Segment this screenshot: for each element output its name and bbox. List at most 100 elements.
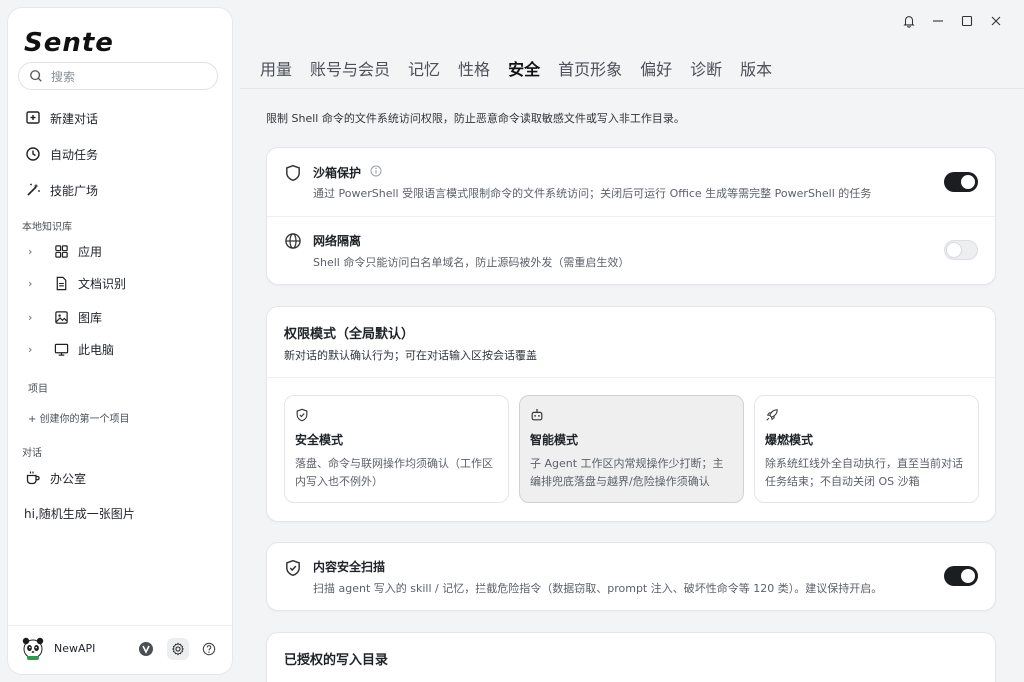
chevron-right-icon: › [28, 310, 33, 324]
tab-version[interactable]: 版本 [740, 56, 772, 80]
vip-badge-button[interactable] [135, 638, 157, 660]
shield-icon [286, 164, 300, 182]
network-isolation-title: 网络隔离 [313, 234, 362, 248]
vip-badge-icon [139, 642, 153, 656]
conversations-section-label: 对话 [22, 448, 42, 459]
knowledge-section-label: 本地知识库 [22, 222, 72, 233]
toggle-knob [961, 569, 975, 583]
avatar[interactable] [21, 636, 45, 660]
network-isolation-description: Shell 命令只能访问白名单域名，防止源码被外发（需重启生效） [313, 256, 630, 269]
sandbox-card: 沙箱保护 通过 PowerShell 受限语言模式限制命令的文件系统访问；关闭后… [266, 147, 996, 285]
sidebar-item-new-chat[interactable]: 新建对话 [16, 104, 224, 132]
chevron-right-icon: › [28, 244, 33, 258]
permission-mode-title: 权限模式（全局默认） [284, 327, 415, 342]
document-icon [52, 274, 70, 292]
toggle-knob [961, 175, 975, 189]
tab-security[interactable]: 安全 [508, 56, 540, 80]
conversation-item-random-image[interactable]: hi,随机生成一张图片 [16, 499, 224, 527]
bell-icon [903, 16, 915, 28]
divider [267, 216, 995, 217]
app-window: Sente 新建对话 自动任务 技能广场 本地知识库 › 应用 › 文档识别 [0, 0, 1024, 682]
mode-option-smart[interactable]: 智能模式 子 Agent 工作区内常规操作少打断；主编排兜底落盘与越界/危险操作… [519, 395, 744, 503]
sidebar-item-document-recognition[interactable]: › 文档识别 [16, 270, 224, 296]
help-icon [202, 642, 216, 656]
write-dirs-card: 已授权的写入目录 [266, 632, 996, 682]
maximize-button[interactable] [956, 10, 978, 32]
content-scan-toggle[interactable] [944, 566, 978, 586]
mode-title: 智能模式 [530, 433, 579, 447]
sidebar-item-label: 文档识别 [78, 276, 127, 291]
monitor-icon [52, 340, 70, 358]
projects-section-label: 项目 [28, 384, 48, 395]
tabs-divider [240, 88, 1024, 89]
mode-description: 除系统红线外全自动执行，直至当前对话任务结束；不自动关闭 OS 沙箱 [765, 457, 963, 488]
tab-account[interactable]: 账号与会员 [310, 56, 390, 80]
tab-memory[interactable]: 记忆 [408, 56, 440, 80]
notifications-button[interactable] [898, 10, 920, 32]
conversation-label: 办公室 [50, 471, 87, 486]
chevron-right-icon: › [28, 276, 33, 290]
sidebar: Sente 新建对话 自动任务 技能广场 本地知识库 › 应用 › 文档识别 [8, 8, 232, 674]
sidebar-item-auto-tasks[interactable]: 自动任务 [16, 140, 224, 168]
sidebar-item-apps[interactable]: › 应用 [16, 238, 224, 264]
sidebar-item-gallery[interactable]: › 图库 [16, 304, 224, 330]
help-button[interactable] [198, 638, 220, 660]
content-scan-title: 内容安全扫描 [313, 560, 386, 574]
permission-mode-subtitle: 新对话的默认确认行为；可在对话输入区按会话覆盖 [284, 349, 537, 362]
clock-icon [24, 145, 42, 163]
gear-icon [172, 642, 184, 656]
mode-title: 安全模式 [295, 433, 344, 447]
permission-mode-card: 权限模式（全局默认） 新对话的默认确认行为；可在对话输入区按会话覆盖 安全模式 … [266, 306, 996, 522]
sidebar-footer: NewAPI [8, 625, 232, 674]
sidebar-item-this-pc[interactable]: › 此电脑 [16, 336, 224, 362]
username: NewAPI [54, 642, 96, 655]
tab-home-avatar[interactable]: 首页形象 [558, 56, 622, 80]
search-box[interactable] [18, 62, 218, 90]
security-intro: 限制 Shell 命令的文件系统访问权限，防止恶意命令读取敏感文件或写入非工作目… [266, 112, 685, 125]
tab-diagnostics[interactable]: 诊断 [690, 56, 722, 80]
create-project-link[interactable]: + 创建你的第一个项目 [28, 410, 130, 425]
sandbox-title: 沙箱保护 [313, 166, 362, 180]
chevron-right-icon: › [28, 342, 33, 356]
close-icon [991, 16, 1001, 26]
settings-button[interactable] [167, 638, 189, 660]
minimize-button[interactable] [927, 10, 949, 32]
shield-check-icon [286, 559, 300, 577]
tab-preferences[interactable]: 偏好 [640, 56, 672, 80]
coffee-cup-icon [24, 469, 42, 487]
search-input[interactable] [49, 67, 213, 87]
maximize-icon [961, 15, 973, 27]
globe-icon [285, 233, 301, 249]
sidebar-item-label: 图库 [78, 310, 103, 325]
sidebar-item-label: 应用 [78, 244, 103, 259]
new-chat-icon [24, 109, 42, 127]
app-logo: Sente [24, 28, 114, 58]
settings-tabs: 用量 账号与会员 记忆 性格 安全 首页形象 偏好 诊断 版本 [260, 56, 790, 80]
mode-description: 落盘、命令与联网操作均须确认（工作区内写入也不例外） [295, 457, 493, 488]
mode-option-safe[interactable]: 安全模式 落盘、命令与联网操作均须确认（工作区内写入也不例外） [284, 395, 509, 503]
sidebar-item-label: 此电脑 [78, 342, 115, 357]
write-dirs-title: 已授权的写入目录 [284, 653, 389, 668]
tab-usage[interactable]: 用量 [260, 56, 292, 80]
image-icon [52, 308, 70, 326]
content-scan-card: 内容安全扫描 扫描 agent 写入的 skill / 记忆，拦截危险指令（数据… [266, 542, 996, 611]
shield-check-icon [296, 408, 308, 422]
sidebar-item-label: 技能广场 [50, 183, 99, 198]
content-scan-description: 扫描 agent 写入的 skill / 记忆，拦截危险指令（数据窃取、prom… [313, 582, 883, 595]
conversation-item-office[interactable]: 办公室 [16, 464, 224, 492]
minimize-icon [933, 20, 943, 22]
sandbox-toggle[interactable] [944, 172, 978, 192]
mode-option-blaze[interactable]: 爆燃模式 除系统红线外全自动执行，直至当前对话任务结束；不自动关闭 OS 沙箱 [754, 395, 979, 503]
mode-title: 爆燃模式 [765, 433, 814, 447]
divider [267, 377, 995, 378]
network-isolation-toggle[interactable] [944, 240, 978, 260]
close-button[interactable] [985, 10, 1007, 32]
sidebar-item-label: 新建对话 [50, 111, 99, 126]
mode-description: 子 Agent 工作区内常规操作少打断；主编排兜底落盘与越界/危险操作须确认 [530, 457, 724, 488]
conversation-label: hi,随机生成一张图片 [24, 506, 135, 521]
tab-personality[interactable]: 性格 [458, 56, 490, 80]
info-icon[interactable] [370, 165, 382, 177]
sidebar-item-label: 自动任务 [50, 147, 99, 162]
sidebar-item-skills[interactable]: 技能广场 [16, 176, 224, 204]
apps-grid-icon [52, 242, 70, 260]
